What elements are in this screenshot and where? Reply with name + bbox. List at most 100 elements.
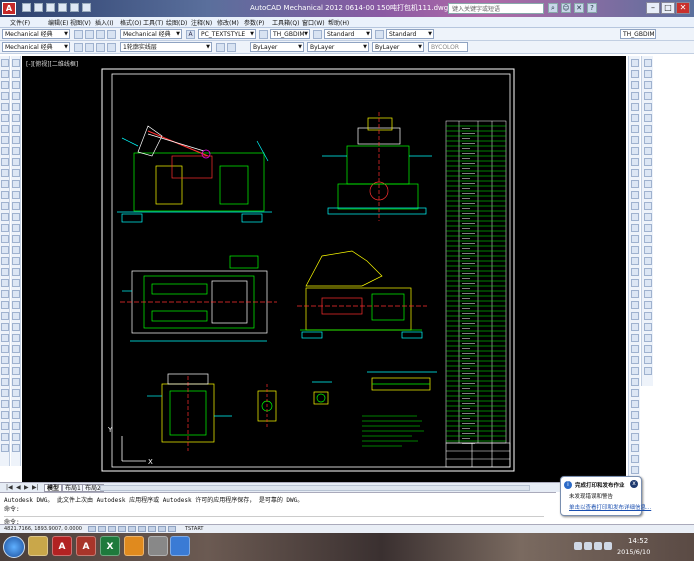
tool-icon[interactable]	[644, 213, 652, 221]
help-icon[interactable]: ?	[587, 3, 597, 13]
tool-icon[interactable]	[631, 81, 639, 89]
new-icon[interactable]	[22, 3, 31, 12]
exchange-icon[interactable]: ✕	[574, 3, 584, 13]
table-style-select[interactable]: Standard ▼	[324, 29, 372, 39]
tool-icon[interactable]	[1, 389, 9, 397]
tool-icon[interactable]	[1, 345, 9, 353]
polar-toggle[interactable]	[118, 526, 126, 532]
tool-icon[interactable]	[644, 158, 652, 166]
qnew-icon[interactable]	[74, 30, 83, 39]
tool-icon[interactable]	[12, 136, 20, 144]
tool-icon[interactable]	[644, 125, 652, 133]
tool-icon[interactable]	[631, 59, 639, 67]
tool-icon[interactable]	[12, 213, 20, 221]
tool-icon[interactable]	[631, 125, 639, 133]
tool-icon[interactable]	[12, 301, 20, 309]
tool-icon[interactable]	[12, 70, 20, 78]
dim-style-select[interactable]: TH_GBDIM ▼	[270, 29, 310, 39]
tab-layout1[interactable]: 布局1	[62, 484, 84, 492]
tool-icon[interactable]	[644, 367, 652, 375]
tool-icon[interactable]	[631, 389, 639, 397]
tool-icon[interactable]	[644, 334, 652, 342]
tstart-button[interactable]: TSTART	[185, 526, 203, 532]
network-icon[interactable]	[604, 542, 612, 550]
dim-style-icon[interactable]	[259, 30, 268, 39]
tool-icon[interactable]	[631, 334, 639, 342]
tool-icon[interactable]	[12, 323, 20, 331]
tool-icon[interactable]	[631, 411, 639, 419]
tool-icon[interactable]	[12, 334, 20, 342]
print-icon[interactable]	[82, 3, 91, 12]
tool-icon[interactable]	[631, 136, 639, 144]
tool-icon[interactable]	[12, 268, 20, 276]
tool-icon[interactable]	[1, 136, 9, 144]
maximize-button[interactable]: □	[661, 2, 675, 14]
tool-icon[interactable]	[631, 257, 639, 265]
tool-icon[interactable]	[1, 312, 9, 320]
tool-icon[interactable]	[1, 147, 9, 155]
lwt-toggle[interactable]	[168, 526, 176, 532]
tool-icon[interactable]	[644, 323, 652, 331]
tool-icon[interactable]	[644, 312, 652, 320]
tool-icon[interactable]	[1, 257, 9, 265]
tool-icon[interactable]	[644, 169, 652, 177]
save-icon[interactable]	[46, 3, 55, 12]
tool-icon[interactable]	[12, 345, 20, 353]
lineweight-select[interactable]: ByLayer ▼	[372, 42, 424, 52]
menu-edit[interactable]: 编辑(E)	[48, 18, 68, 27]
clock-time[interactable]: 14:52	[628, 537, 648, 545]
tool-icon[interactable]	[644, 290, 652, 298]
tool-icon[interactable]	[631, 114, 639, 122]
tab-prev-icon[interactable]: ◀	[16, 484, 21, 491]
tool-icon[interactable]	[12, 389, 20, 397]
tool-icon[interactable]	[1, 169, 9, 177]
tool-icon[interactable]	[631, 147, 639, 155]
tool-icon[interactable]	[631, 180, 639, 188]
tool-icon[interactable]	[1, 158, 9, 166]
tool-icon[interactable]	[1, 367, 9, 375]
excel-icon[interactable]: X	[100, 536, 120, 556]
tool-icon[interactable]	[12, 158, 20, 166]
mleader-style-icon[interactable]	[375, 30, 384, 39]
menu-insert[interactable]: 插入(I)	[95, 18, 113, 27]
menu-tools[interactable]: 工具(T)	[143, 18, 163, 27]
tool-icon[interactable]	[1, 213, 9, 221]
tool-icon[interactable]	[1, 334, 9, 342]
menu-window[interactable]: 窗口(W)	[302, 18, 325, 27]
tool-icon[interactable]	[12, 81, 20, 89]
menu-draw[interactable]: 绘图(D)	[166, 18, 187, 27]
application-menu-button[interactable]: A	[2, 2, 16, 15]
undo-icon[interactable]	[58, 3, 67, 12]
tool-icon[interactable]	[12, 235, 20, 243]
menu-file[interactable]: 文件(F)	[10, 18, 30, 27]
menu-view[interactable]: 视图(V)	[70, 18, 91, 27]
tool-icon[interactable]	[1, 268, 9, 276]
menu-help[interactable]: 帮助(H)	[328, 18, 349, 27]
lightbulb-icon[interactable]	[85, 43, 94, 52]
tool-icon[interactable]	[1, 246, 9, 254]
qsave-icon[interactable]	[96, 30, 105, 39]
tool-icon[interactable]	[631, 367, 639, 375]
app-icon-gray[interactable]	[148, 536, 168, 556]
tool-icon[interactable]	[631, 356, 639, 364]
workspace-select[interactable]: Mechanical 经典 ▼	[2, 29, 70, 39]
tool-icon[interactable]	[1, 59, 9, 67]
dyn-toggle[interactable]	[158, 526, 166, 532]
ducs-toggle[interactable]	[148, 526, 156, 532]
tool-icon[interactable]	[12, 356, 20, 364]
tool-icon[interactable]	[1, 378, 9, 386]
tool-icon[interactable]	[644, 257, 652, 265]
tool-icon[interactable]	[644, 147, 652, 155]
tool-icon[interactable]	[631, 246, 639, 254]
tool-icon[interactable]	[12, 367, 20, 375]
tool-icon[interactable]	[1, 290, 9, 298]
grid-toggle[interactable]	[98, 526, 106, 532]
tool-icon[interactable]	[644, 70, 652, 78]
tool-icon[interactable]	[1, 235, 9, 243]
tool-icon[interactable]	[1, 103, 9, 111]
layer-properties-icon[interactable]	[74, 43, 83, 52]
minimize-button[interactable]: –	[646, 2, 660, 14]
tool-icon[interactable]	[644, 268, 652, 276]
tool-icon[interactable]	[644, 279, 652, 287]
open-icon[interactable]	[34, 3, 43, 12]
